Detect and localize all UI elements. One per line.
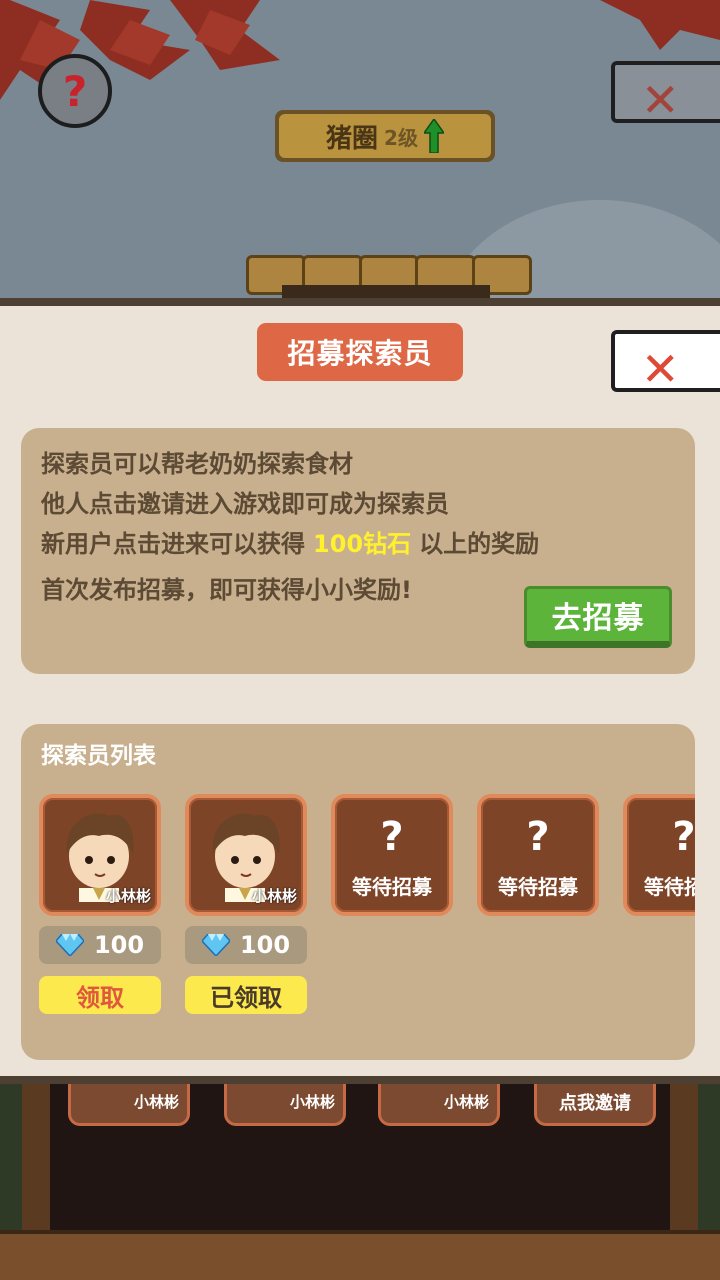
sign-title: 猪圈 xyxy=(326,123,379,154)
diamond-icon xyxy=(55,934,84,956)
panel-title: 招募探索员 xyxy=(257,323,463,381)
diamond-icon xyxy=(201,934,230,956)
info-line-1: 探索员可以帮老奶奶探索食材 xyxy=(41,450,353,478)
shelf-floor xyxy=(0,1230,720,1280)
sign-level: 2级 xyxy=(384,125,418,150)
question-icon: ? xyxy=(62,66,88,116)
close-icon: ✕ xyxy=(641,342,680,396)
shelf-area: 小林彬 小林彬 小林彬 点我邀请 xyxy=(0,1080,720,1280)
explorer-card[interactable]: 小林彬 xyxy=(39,794,161,916)
shelf-card-label: 小林彬 xyxy=(289,1093,335,1111)
up-arrow-icon xyxy=(423,119,444,153)
claim-button[interactable]: 领取 xyxy=(39,976,161,1014)
info-line-3: 新用户点击进来可以获得 100钻石 以上的奖励 xyxy=(41,524,675,564)
panel-close-button[interactable]: ✕ xyxy=(611,330,720,396)
info-line-3-suffix: 以上的奖励 xyxy=(419,530,540,558)
invite-card-label: 点我邀请 xyxy=(559,1092,631,1114)
shelf-card[interactable]: 小林彬 xyxy=(224,1080,346,1126)
claimed-label: 已领取 xyxy=(185,976,307,1014)
empty-slot: ? 等待招募 xyxy=(477,794,599,916)
info-line-2: 他人点击邀请进入游戏即可成为探索员 xyxy=(41,490,449,518)
waiting-label: 等待招募 xyxy=(352,875,432,899)
info-box: 探索员可以帮老奶奶探索食材 他人点击邀请进入游戏即可成为探索员 新用户点击进来可… xyxy=(21,428,695,674)
waiting-card[interactable]: ? 等待招募 xyxy=(623,794,695,916)
explorer-name: 小林彬 xyxy=(251,887,297,905)
empty-slot: ? 等待招募 xyxy=(623,794,695,916)
reward-badge: 100 xyxy=(39,926,161,964)
recruit-panel: 招募探索员 ✕ 探索员可以帮老奶奶探索食材 他人点击邀请进入游戏即可成为探索员 … xyxy=(0,298,720,1084)
invite-card[interactable]: 点我邀请 xyxy=(534,1080,656,1126)
go-recruit-button[interactable]: 去招募 xyxy=(524,586,672,648)
help-button[interactable]: ? xyxy=(38,54,112,128)
waiting-label: 等待招募 xyxy=(644,875,695,899)
shelf-card-label: 小林彬 xyxy=(443,1093,489,1111)
explorer-list: 探索员列表 小林彬 100 领取 小林彬 100 已领取 ? 等待招募 ? 等待… xyxy=(21,724,695,1060)
reward-badge: 100 xyxy=(185,926,307,964)
empty-slot: ? 等待招募 xyxy=(331,794,453,916)
close-icon: ✕ xyxy=(641,73,680,127)
explorer-card[interactable]: 小林彬 xyxy=(185,794,307,916)
shelf-card-label: 小林彬 xyxy=(133,1093,179,1111)
waiting-label: 等待招募 xyxy=(498,875,578,899)
question-icon: ? xyxy=(380,814,404,860)
reward-amount: 100 xyxy=(93,931,145,959)
maple-leaves-right xyxy=(600,0,720,50)
question-icon: ? xyxy=(672,814,695,860)
info-line-3-prefix: 新用户点击进来可以获得 xyxy=(41,530,305,558)
shelf-card[interactable]: 小林彬 xyxy=(68,1080,190,1126)
waiting-card[interactable]: ? 等待招募 xyxy=(331,794,453,916)
list-title: 探索员列表 xyxy=(41,743,156,769)
background-close-button[interactable]: ✕ xyxy=(611,61,720,127)
question-icon: ? xyxy=(526,814,550,860)
waiting-card[interactable]: ? 等待招募 xyxy=(477,794,599,916)
scene-background: ? ✕ 猪圈 2级 xyxy=(0,0,720,300)
explorer-slot: 小林彬 100 已领取 xyxy=(185,794,307,1014)
explorer-slot: 小林彬 100 领取 xyxy=(39,794,161,1014)
pen-sign[interactable]: 猪圈 2级 xyxy=(275,110,495,162)
diamond-amount-highlight: 100钻石 xyxy=(313,530,412,558)
explorer-name: 小林彬 xyxy=(105,887,151,905)
shelf-card[interactable]: 小林彬 xyxy=(378,1080,500,1126)
reward-amount: 100 xyxy=(239,931,291,959)
